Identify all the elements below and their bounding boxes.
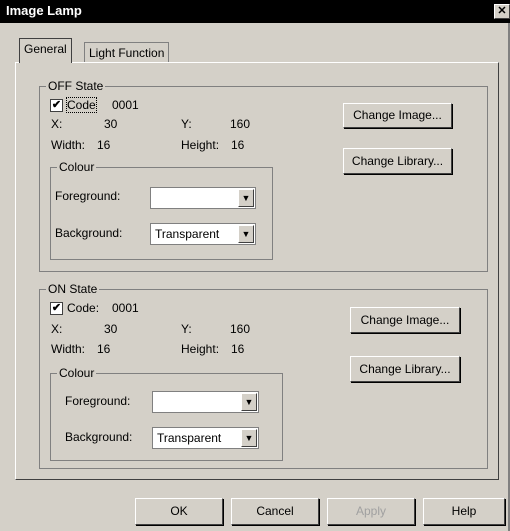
on-width-label: Width:: [51, 342, 86, 356]
chevron-down-icon[interactable]: ▼: [238, 189, 254, 207]
checkbox-check-icon: ✔: [51, 302, 62, 314]
apply-button[interactable]: Apply: [327, 498, 415, 525]
tab-light-function-label: Light Function: [89, 46, 165, 60]
on-code-label[interactable]: Code:: [67, 301, 99, 315]
off-code-value: 0001: [112, 98, 139, 112]
close-icon[interactable]: ✕: [494, 4, 510, 19]
on-y-value: 160: [230, 322, 251, 336]
off-code-checkbox[interactable]: ✔: [50, 99, 63, 112]
on-code-value: 0001: [112, 301, 139, 315]
chevron-down-icon[interactable]: ▼: [241, 429, 257, 447]
on-background-label: Background:: [65, 430, 133, 444]
off-y-value: 160: [230, 117, 251, 131]
on-height-label: Height:: [181, 342, 220, 356]
on-x-value: 30: [104, 322, 118, 336]
off-height-label: Height:: [181, 138, 220, 152]
off-state-group: OFF State ✔ Code 0001 X: 30 Y: 160 Width…: [39, 79, 488, 272]
tab-light-function[interactable]: Light Function: [84, 42, 170, 63]
off-change-image-button[interactable]: Change Image...: [343, 103, 452, 128]
off-state-legend: OFF State: [46, 79, 106, 93]
off-foreground-select[interactable]: ▼: [150, 187, 256, 209]
window-title: Image Lamp: [6, 3, 82, 18]
help-button[interactable]: Help: [423, 498, 505, 525]
off-width-value: 16: [97, 138, 111, 152]
on-foreground-label: Foreground:: [65, 394, 131, 408]
chevron-down-icon[interactable]: ▼: [241, 393, 257, 411]
off-background-value: Transparent: [155, 227, 220, 241]
ok-button[interactable]: OK: [135, 498, 223, 525]
off-height-value: 16: [231, 138, 245, 152]
on-change-image-button[interactable]: Change Image...: [350, 307, 460, 333]
cancel-button[interactable]: Cancel: [231, 498, 319, 525]
on-y-label: Y:: [181, 322, 192, 336]
off-background-label: Background:: [55, 226, 123, 240]
tab-general[interactable]: General: [19, 38, 72, 63]
dialog-window: Image Lamp ✕ General Light Function OFF …: [0, 0, 510, 531]
title-bar[interactable]: Image Lamp ✕: [0, 0, 510, 23]
on-colour-legend: Colour: [57, 366, 97, 380]
on-background-select[interactable]: Transparent ▼: [152, 427, 259, 449]
on-height-value: 16: [231, 342, 245, 356]
chevron-down-icon[interactable]: ▼: [238, 225, 254, 243]
tab-panel-general: OFF State ✔ Code 0001 X: 30 Y: 160 Width…: [15, 62, 499, 480]
off-x-label: X:: [51, 117, 63, 131]
on-colour-group: Colour Foreground: ▼ Background: Transpa…: [50, 366, 283, 461]
on-width-value: 16: [97, 342, 111, 356]
on-foreground-select[interactable]: ▼: [152, 391, 259, 413]
on-code-checkbox[interactable]: ✔: [50, 302, 63, 315]
tab-general-label: General: [24, 42, 67, 56]
off-colour-legend: Colour: [57, 160, 97, 174]
off-width-label: Width:: [51, 138, 86, 152]
off-colour-group: Colour Foreground: ▼ Background: Transpa…: [50, 160, 273, 260]
off-foreground-label: Foreground:: [55, 189, 121, 203]
on-background-value: Transparent: [157, 431, 222, 445]
off-change-library-button[interactable]: Change Library...: [343, 148, 452, 174]
off-y-label: Y:: [181, 117, 192, 131]
checkbox-check-icon: ✔: [51, 99, 62, 111]
off-background-select[interactable]: Transparent ▼: [150, 223, 256, 245]
off-x-value: 30: [104, 117, 118, 131]
on-state-group: ON State ✔ Code: 0001 X: 30 Y: 160 Width…: [39, 282, 488, 469]
on-change-library-button[interactable]: Change Library...: [350, 356, 460, 382]
on-state-legend: ON State: [46, 282, 100, 296]
on-x-label: X:: [51, 322, 63, 336]
off-code-label[interactable]: Code: [66, 97, 97, 113]
